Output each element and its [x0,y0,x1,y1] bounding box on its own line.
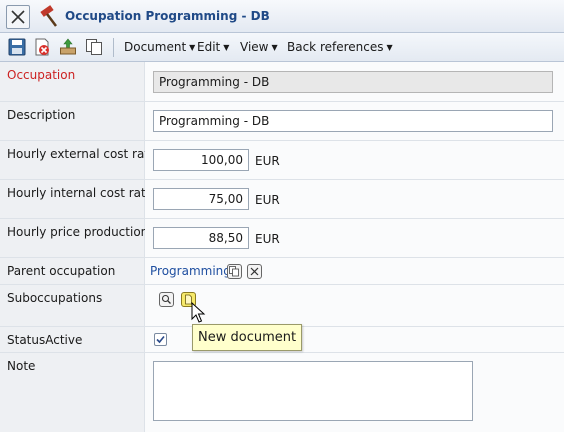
window-title: Occupation Programming - DB [65,9,270,23]
chevron-down-icon: ▼ [223,43,230,52]
description-label: Description [7,108,76,122]
window-titlebar: Occupation Programming - DB [0,0,564,33]
hourly-external-row: Hourly external cost rate 100,00 EUR [0,141,564,180]
occupation-hammer-icon [37,5,61,29]
occupation-row: Occupation Programming - DB [0,62,564,102]
close-icon [11,10,25,24]
menu-back-references[interactable]: Back references ▼ [287,40,393,54]
parent-occupation-link[interactable]: Programming [150,264,231,278]
menu-edit[interactable]: Edit ▼ [197,40,229,54]
export-icon[interactable] [59,38,77,56]
delete-document-icon[interactable] [33,38,51,56]
occupation-field: Programming - DB [153,71,553,93]
chevron-down-icon: ▼ [189,43,196,52]
open-parent-button[interactable] [227,264,242,279]
hourly-external-unit: EUR [255,154,280,168]
menu-view-label: View [240,40,269,54]
description-field[interactable]: Programming - DB [153,110,553,132]
hourly-external-label: Hourly external cost rate [7,147,157,161]
search-suboccupation-button[interactable] [159,292,174,307]
hourly-external-field[interactable]: 100,00 [153,149,249,171]
menu-document[interactable]: Document ▼ [124,40,195,54]
suboccupations-row: Suboccupations [0,285,564,327]
mouse-cursor-icon [191,301,207,324]
copy-icon[interactable] [85,38,103,56]
checkmark-icon [156,335,165,344]
copy-icon [229,266,239,277]
note-row: Note [0,353,564,432]
close-button[interactable] [6,5,30,29]
hourly-price-row: Hourly price production 88,50 EUR [0,219,564,258]
occupation-form: Occupation Programming - DB Description … [0,62,564,432]
note-textarea[interactable] [153,361,473,421]
menu-edit-label: Edit [197,40,221,54]
chevron-down-icon: ▼ [271,43,278,52]
search-icon [161,294,171,304]
close-icon [250,267,259,276]
occupation-label: Occupation [7,68,76,82]
suboccupations-label: Suboccupations [7,291,103,305]
hourly-internal-unit: EUR [255,193,280,207]
clear-parent-button[interactable] [247,264,262,279]
menu-back-references-label: Back references [287,40,384,54]
toolbar-separator [113,38,114,57]
menu-document-label: Document [124,40,187,54]
status-active-label: StatusActive [7,333,83,347]
status-active-checkbox[interactable] [154,333,167,346]
hourly-price-unit: EUR [255,232,280,246]
note-label: Note [7,359,36,373]
save-icon[interactable] [8,38,26,56]
hourly-price-label: Hourly price production [7,225,149,239]
toolbar: Document ▼ Edit ▼ View ▼ Back references ▼ [0,33,564,62]
chevron-down-icon: ▼ [386,43,393,52]
parent-occupation-label: Parent occupation [7,264,116,278]
parent-occupation-row: Parent occupation Programming [0,258,564,285]
hourly-internal-label: Hourly internal cost rate [7,186,154,200]
menu-view[interactable]: View ▼ [240,40,278,54]
description-row: Description Programming - DB [0,102,564,141]
hourly-internal-row: Hourly internal cost rate 75,00 EUR [0,180,564,219]
hourly-price-field[interactable]: 88,50 [153,227,249,249]
hourly-internal-field[interactable]: 75,00 [153,188,249,210]
new-document-tooltip: New document [192,324,303,351]
